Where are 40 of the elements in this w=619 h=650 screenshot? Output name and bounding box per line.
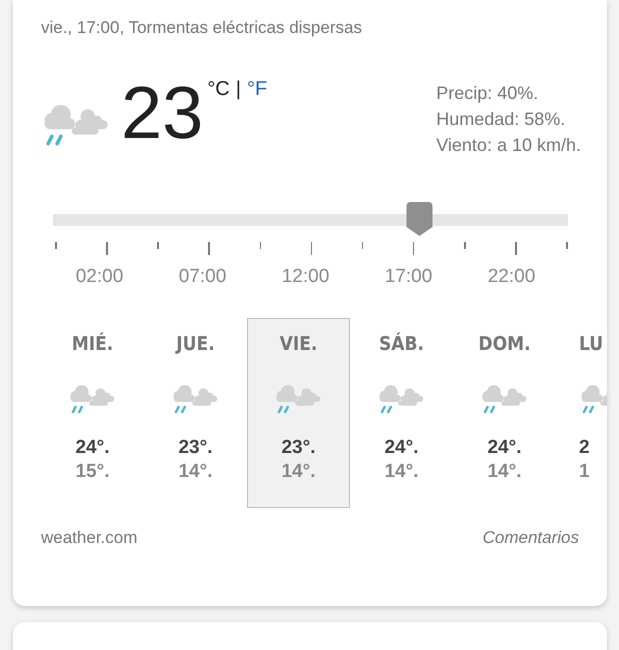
- day-forecast[interactable]: LU 2 1: [556, 318, 607, 508]
- day-forecast[interactable]: MIÉ. 24°. 15°.: [41, 318, 144, 508]
- hour-label: 22:00: [486, 266, 536, 288]
- weather-detail: Humedad: 58%.: [436, 108, 566, 131]
- high-temperature: 23°.: [281, 437, 316, 459]
- weather-detail: Viento: a 10 km/h.: [436, 134, 581, 157]
- hour-label: 12:00: [280, 266, 330, 288]
- day-forecast[interactable]: VIE. 23°. 14°.: [247, 318, 350, 508]
- feedback-link[interactable]: Comentarios: [482, 528, 579, 548]
- high-temperature: 2: [579, 437, 590, 459]
- day-forecast[interactable]: SÁB. 24°. 14°.: [350, 318, 453, 508]
- day-name: LU: [579, 333, 604, 355]
- weather-detail: Precip: 40%.: [436, 82, 540, 105]
- day-name: SÁB.: [378, 333, 424, 355]
- low-temperature: 1: [579, 461, 590, 483]
- high-temperature: 24°.: [384, 437, 418, 459]
- low-temperature: 14°.: [281, 461, 316, 483]
- source-label: weather.com: [41, 528, 138, 548]
- low-temperature: 15°.: [75, 461, 110, 483]
- low-temperature: 14°.: [384, 461, 418, 483]
- slider-thumb[interactable]: [406, 202, 433, 236]
- day-name: JUE.: [176, 333, 215, 355]
- day-name: VIE.: [280, 333, 318, 355]
- low-temperature: 14°.: [178, 461, 212, 483]
- day-forecast[interactable]: JUE. 23°. 14°.: [144, 318, 247, 508]
- high-temperature: 23°.: [178, 437, 212, 459]
- day-name: MIÉ.: [72, 333, 114, 355]
- hour-label: 17:00: [384, 266, 434, 288]
- unit-separator: |: [236, 78, 241, 101]
- condition-subtitle: vie., 17:00, Tormentas eléctricas dispersas: [41, 18, 363, 38]
- hour-label: 07:00: [178, 266, 228, 288]
- fahrenheit-link[interactable]: °F: [246, 78, 268, 101]
- high-temperature: 24°.: [487, 437, 522, 459]
- day-forecast[interactable]: DOM. 24°. 14°.: [453, 318, 556, 508]
- low-temperature: 14°.: [487, 461, 522, 483]
- celsius-unit[interactable]: °C: [207, 78, 230, 101]
- high-temperature: 24°.: [75, 437, 110, 459]
- day-name: DOM.: [478, 333, 531, 355]
- hour-label: 02:00: [74, 266, 124, 288]
- temperature: 23: [121, 76, 204, 150]
